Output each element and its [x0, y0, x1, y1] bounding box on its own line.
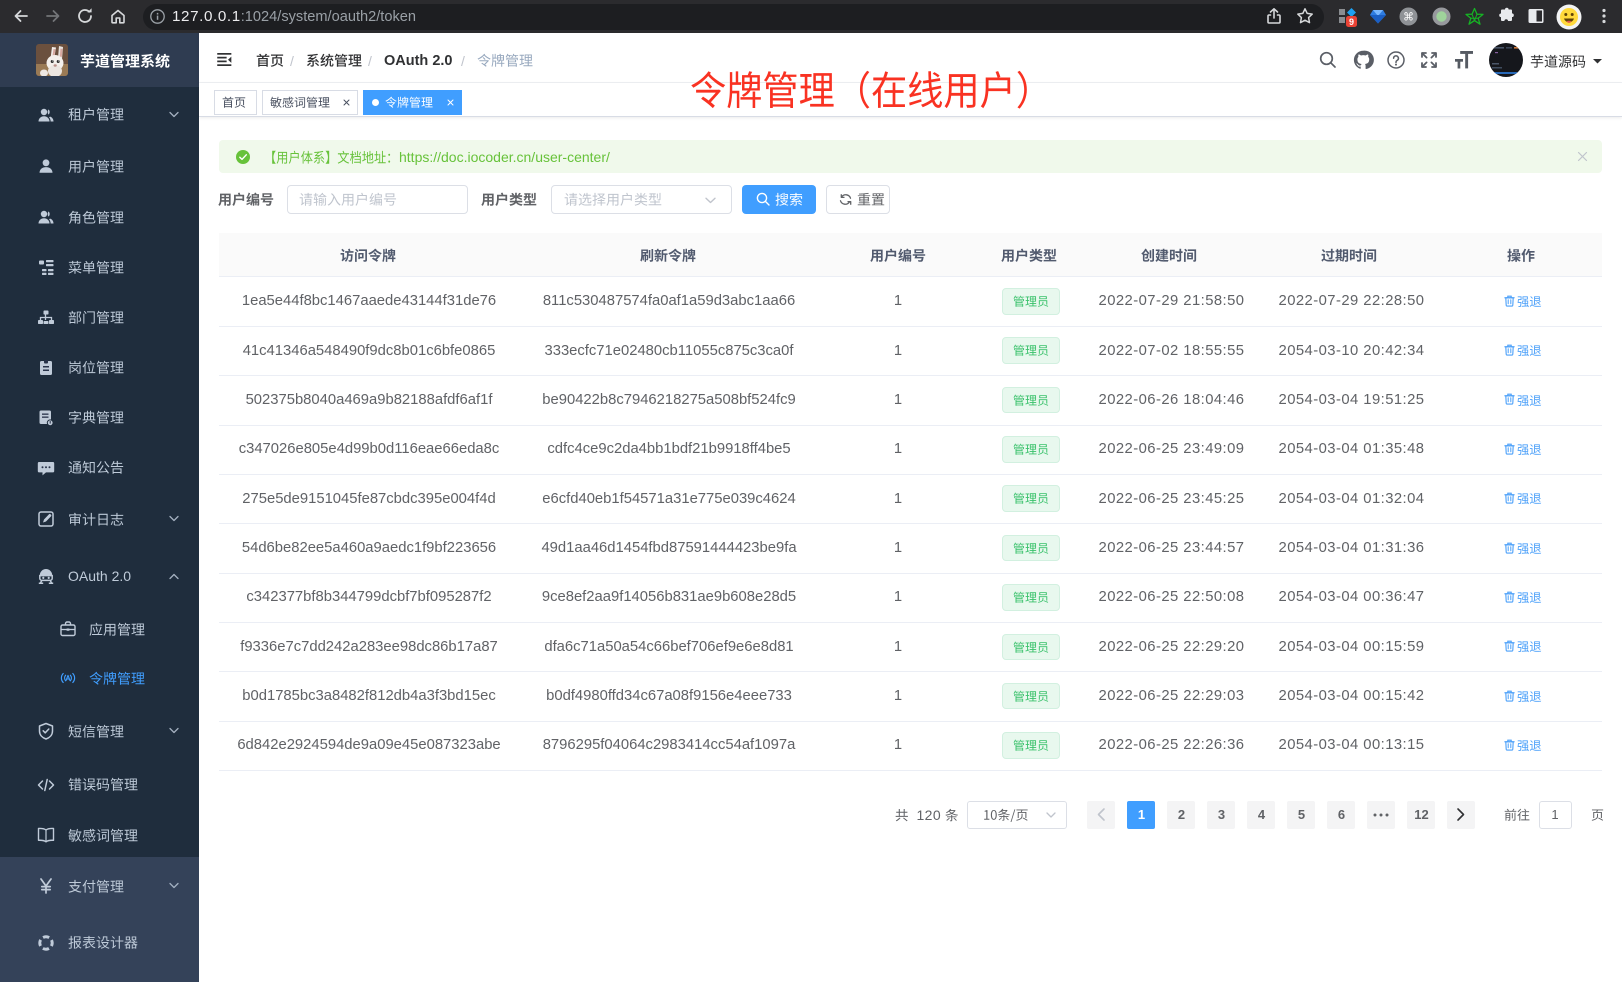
svg-text:9: 9 [1349, 17, 1354, 27]
svg-text:⌘: ⌘ [1403, 12, 1414, 24]
